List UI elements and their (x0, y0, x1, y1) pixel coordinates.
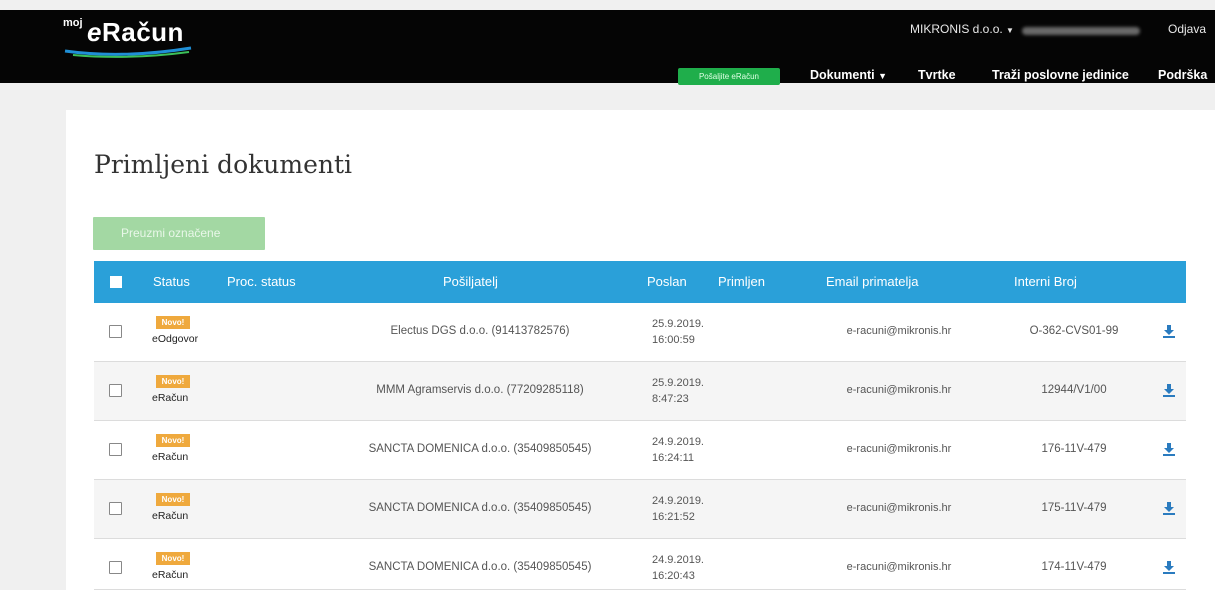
sender-cell: MMM Agramservis d.o.o. (77209285118) (376, 384, 584, 396)
company-dropdown[interactable]: MIKRONIS d.o.o. ▼ (910, 22, 1014, 36)
column-received[interactable]: Primljen (718, 261, 765, 303)
sent-cell: 24.9.2019. 16:24:11 (652, 436, 704, 464)
email-cell: e-racuni@mikronis.hr (846, 443, 952, 455)
email-cell: e-racuni@mikronis.hr (846, 384, 952, 396)
send-eracun-button[interactable]: Pošaljite eRačun (678, 68, 780, 85)
download-icon[interactable] (1162, 324, 1176, 338)
logo-wordmark: eRačun (87, 17, 184, 47)
internal-number-cell: 175-11V-479 (1041, 502, 1107, 514)
nav-documents[interactable]: Dokumenti ▼ (810, 68, 887, 82)
caret-down-icon: ▼ (878, 71, 887, 81)
new-badge: Novo! (156, 552, 190, 565)
internal-number-cell: 176-11V-479 (1041, 443, 1107, 455)
user-name-redacted (1022, 27, 1140, 35)
caret-down-icon: ▼ (1006, 26, 1014, 35)
sent-cell: 25.9.2019. 16:00:59 (652, 318, 704, 346)
table-row[interactable]: Novo! eOdgovor Electus DGS d.o.o. (91413… (94, 303, 1186, 362)
sent-cell: 24.9.2019. 16:20:43 (652, 554, 704, 582)
nav-companies[interactable]: Tvrtke (918, 68, 956, 82)
sent-cell: 25.9.2019. 8:47:23 (652, 377, 704, 405)
select-all-checkbox[interactable] (110, 276, 122, 288)
logo-prefix: moj (63, 17, 83, 29)
row-checkbox[interactable] (109, 325, 122, 338)
column-recipient-email[interactable]: Email primatelja (826, 261, 918, 303)
table-row[interactable]: Novo! eRačun SANCTA DOMENICA d.o.o. (354… (94, 539, 1186, 590)
sender-cell: SANCTA DOMENICA d.o.o. (35409850545) (368, 502, 592, 514)
document-type: eRačun (152, 569, 189, 581)
top-navbar: moj eRačun MIKRONIS d.o.o. ▼ Odjava Poša… (0, 10, 1215, 85)
row-checkbox[interactable] (109, 384, 122, 397)
column-proc-status[interactable]: Proc. status (227, 261, 296, 303)
email-cell: e-racuni@mikronis.hr (846, 502, 952, 514)
nav-support[interactable]: Podrška (1158, 68, 1207, 82)
sender-cell: Electus DGS d.o.o. (91413782576) (390, 325, 570, 337)
moj-eracun-logo[interactable]: moj eRačun (63, 15, 203, 65)
column-sent[interactable]: Poslan (647, 261, 687, 303)
internal-number-cell: 174-11V-479 (1041, 561, 1107, 573)
nav-search-units[interactable]: Traži poslovne jedinice (992, 68, 1129, 82)
download-icon[interactable] (1162, 383, 1176, 397)
column-internal-number[interactable]: Interni Broj (1014, 261, 1077, 303)
internal-number-cell: 12944/V1/00 (1041, 384, 1107, 396)
sender-cell: SANCTA DOMENICA d.o.o. (35409850545) (368, 561, 592, 573)
column-status[interactable]: Status (153, 261, 190, 303)
new-badge: Novo! (156, 493, 190, 506)
table-row[interactable]: Novo! eRačun MMM Agramservis d.o.o. (772… (94, 362, 1186, 421)
page-title: Primljeni dokumenti (94, 150, 353, 179)
sender-cell: SANCTA DOMENICA d.o.o. (35409850545) (368, 443, 592, 455)
document-type: eRačun (152, 392, 189, 404)
download-icon[interactable] (1162, 501, 1176, 515)
logout-link[interactable]: Odjava (1168, 22, 1206, 36)
table-header: Status Proc. status Pošiljatelj Poslan P… (94, 261, 1186, 303)
row-checkbox[interactable] (109, 443, 122, 456)
download-icon[interactable] (1162, 560, 1176, 574)
new-badge: Novo! (156, 434, 190, 447)
row-checkbox[interactable] (109, 561, 122, 574)
document-type: eRačun (152, 451, 189, 463)
new-badge: Novo! (156, 316, 190, 329)
document-type: eOdgovor (152, 333, 199, 345)
internal-number-cell: O-362-CVS01-99 (1029, 325, 1119, 337)
table-row[interactable]: Novo! eRačun SANCTA DOMENICA d.o.o. (354… (94, 421, 1186, 480)
download-selected-button[interactable]: Preuzmi označene (93, 217, 265, 250)
document-type: eRačun (152, 510, 189, 522)
logo-swoosh-icon (64, 46, 192, 58)
email-cell: e-racuni@mikronis.hr (846, 561, 952, 573)
download-icon[interactable] (1162, 442, 1176, 456)
new-badge: Novo! (156, 375, 190, 388)
sent-cell: 24.9.2019. 16:21:52 (652, 495, 704, 523)
row-checkbox[interactable] (109, 502, 122, 515)
column-sender[interactable]: Pošiljatelj (443, 261, 498, 303)
email-cell: e-racuni@mikronis.hr (846, 325, 952, 337)
table-row[interactable]: Novo! eRačun SANCTA DOMENICA d.o.o. (354… (94, 480, 1186, 539)
